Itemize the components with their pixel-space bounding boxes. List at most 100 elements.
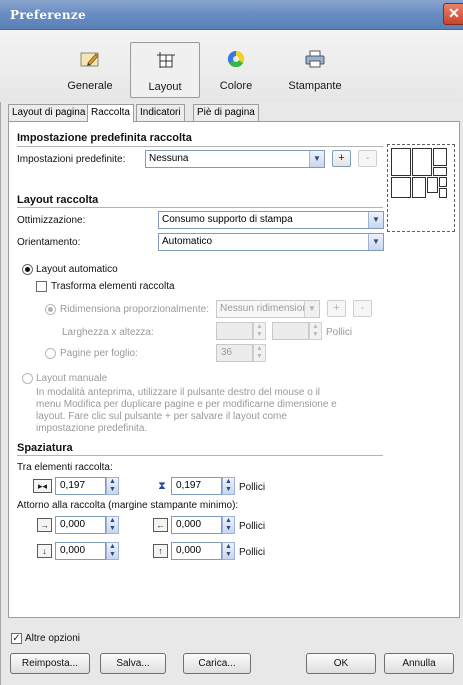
auto-layout-radio[interactable] (22, 264, 33, 275)
tab-pie-di-pagina[interactable]: Piè di pagina (193, 104, 259, 121)
cancel-button[interactable]: Annulla (384, 653, 454, 674)
spacing-unit: Pollici (239, 482, 266, 493)
category-colore[interactable]: Colore (201, 42, 271, 98)
spin-up-icon: ▲ (225, 478, 232, 485)
margin-right-spinner[interactable]: ▲ ▼ (222, 516, 235, 534)
save-button[interactable]: Salva... (100, 653, 166, 674)
manual-layout-label: Layout manuale (36, 373, 108, 384)
scale-radio[interactable] (45, 304, 56, 315)
spin-down-icon: ▼ (225, 525, 232, 532)
category-stampante[interactable]: Stampante (280, 42, 350, 98)
optimization-label: Ottimizzazione: (17, 215, 86, 226)
divider (17, 455, 383, 456)
scale-dropdown[interactable]: Nessun ridimension ▼ (216, 300, 320, 318)
spin-up-icon: ▲ (256, 323, 263, 330)
layout-preview (387, 144, 455, 232)
ok-button[interactable]: OK (306, 653, 376, 674)
chevron-down-icon: ▼ (368, 212, 383, 228)
margin-bottom-icon: ↑ (153, 544, 168, 558)
margin-bottom-spinner[interactable]: ▲ ▼ (222, 542, 235, 560)
spin-down-icon: ▼ (225, 551, 232, 558)
spin-up-icon: ▲ (256, 345, 263, 352)
transform-checkbox[interactable] (36, 281, 47, 292)
preset-label: Impostazioni predefinite: (17, 154, 126, 165)
category-label: Stampante (288, 80, 342, 92)
auto-layout-label: Layout automatico (36, 264, 118, 275)
spin-down-icon: ▼ (256, 353, 263, 360)
margin-left-field[interactable]: 0,000 (55, 516, 106, 534)
tab-layout-di-pagina[interactable]: Layout di pagina (8, 104, 90, 121)
manual-description: In modalità anteprima, utilizzare il pul… (36, 387, 337, 435)
horizontal-spacing-field[interactable]: 0,197 (55, 477, 106, 495)
add-scale-button[interactable]: + (327, 300, 346, 317)
margin-left-spinner[interactable]: ▲ ▼ (106, 516, 119, 534)
chevron-down-icon: ▼ (309, 151, 324, 167)
margin-left-icon: → (37, 518, 52, 532)
category-generale[interactable]: Generale (55, 42, 125, 98)
tab-indicatori[interactable]: Indicatori (136, 104, 185, 121)
category-layout[interactable]: Layout (130, 42, 200, 98)
spacing-section-title: Spaziatura (17, 442, 73, 454)
color-wheel-icon (227, 50, 245, 68)
spin-up-icon: ▲ (312, 323, 319, 330)
printer-icon (305, 50, 325, 68)
close-button[interactable]: ✕ (443, 3, 463, 25)
width-field[interactable] (216, 322, 253, 340)
pages-spinner[interactable]: ▲ ▼ (253, 344, 266, 362)
pages-field[interactable]: 36 (216, 344, 253, 362)
remove-preset-button[interactable]: - (358, 150, 377, 167)
margin-bottom-field[interactable]: 0,000 (171, 542, 222, 560)
spin-up-icon: ▲ (109, 517, 116, 524)
orientation-label: Orientamento: (17, 237, 81, 248)
more-options-label: Altre opzioni (25, 633, 81, 644)
category-label: Generale (67, 80, 113, 92)
width-spinner[interactable]: ▲ ▼ (253, 322, 266, 340)
pages-label: Pagine per foglio: (60, 348, 138, 359)
category-label: Colore (219, 80, 253, 92)
spin-down-icon: ▼ (225, 486, 232, 493)
layout-section-title: Layout raccolta (17, 194, 99, 206)
add-preset-button[interactable]: + (332, 150, 351, 167)
spin-down-icon: ▼ (312, 331, 319, 338)
height-spinner[interactable]: ▲ ▼ (309, 322, 322, 340)
horizontal-spacing-spinner[interactable]: ▲ ▼ (106, 477, 119, 495)
scale-value: Nessun ridimension (220, 303, 308, 314)
manual-layout-radio[interactable] (22, 373, 33, 384)
between-label: Tra elementi raccolta: (17, 462, 113, 473)
margin-top-field[interactable]: 0,000 (55, 542, 106, 560)
margin-right-field[interactable]: 0,000 (171, 516, 222, 534)
load-button[interactable]: Carica... (183, 653, 251, 674)
manual-desc-line: In modalità anteprima, utilizzare il pul… (36, 387, 321, 398)
margin-right-icon: ← (153, 518, 168, 532)
spin-up-icon: ▲ (225, 543, 232, 550)
chevron-down-icon: ▼ (304, 301, 319, 317)
wh-unit: Pollici (326, 327, 353, 338)
manual-desc-line: layout. Fare clic sul pulsante + per sal… (36, 411, 287, 422)
spin-down-icon: ▼ (109, 525, 116, 532)
orientation-dropdown[interactable]: Automatico ▼ (158, 233, 384, 251)
transform-label: Trasforma elementi raccolta (51, 281, 175, 292)
tab-raccolta[interactable]: Raccolta (87, 104, 134, 122)
divider (17, 207, 383, 208)
height-field[interactable] (272, 322, 309, 340)
optimization-dropdown[interactable]: Consumo supporto di stampa ▼ (158, 211, 384, 229)
remove-scale-button[interactable]: - (353, 300, 372, 317)
spin-down-icon: ▼ (109, 551, 116, 558)
horizontal-spacing-icon: ▸◂ (33, 479, 52, 493)
around-label: Attorno alla raccolta (margine stampante… (17, 500, 239, 511)
reset-button[interactable]: Reimposta... (10, 653, 90, 674)
pages-radio[interactable] (45, 348, 56, 359)
layout-icon (157, 52, 175, 68)
margin-top-spinner[interactable]: ▲ ▼ (106, 542, 119, 560)
scale-label: Ridimensiona proporzionalmente: (60, 304, 209, 315)
preset-dropdown[interactable]: Nessuna ▼ (145, 150, 325, 168)
spin-up-icon: ▲ (109, 543, 116, 550)
spin-down-icon: ▼ (109, 486, 116, 493)
window-title: Preferenze (10, 8, 86, 22)
pencil-icon (80, 52, 99, 67)
vertical-spacing-field[interactable]: 0,197 (171, 477, 222, 495)
preset-value: Nessuna (149, 153, 189, 164)
vertical-spacing-spinner[interactable]: ▲ ▼ (222, 477, 235, 495)
margin-top-icon: ↓ (37, 544, 52, 558)
more-options-checkbox[interactable]: ✓ (11, 633, 22, 644)
